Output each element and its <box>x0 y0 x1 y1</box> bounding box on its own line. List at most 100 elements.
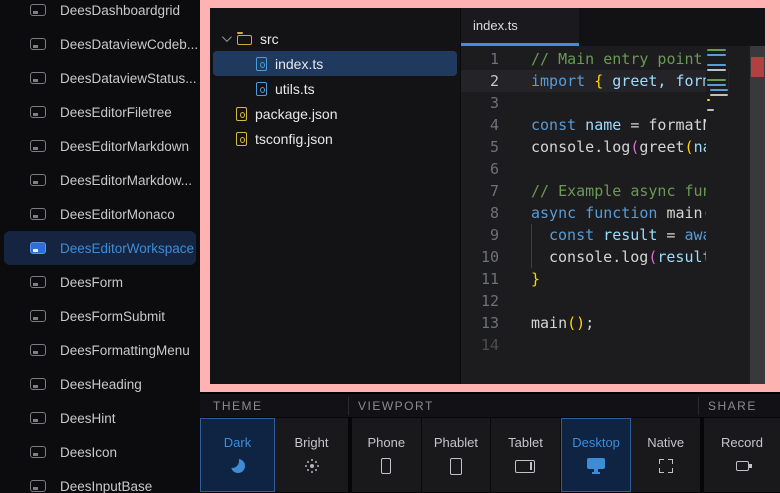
sidebar-item-deeseditormonaco[interactable]: DeesEditorMonaco <box>4 197 196 231</box>
record-icon <box>736 457 749 475</box>
sidebar-item-deeseditorfiletree[interactable]: DeesEditorFiletree <box>4 95 196 129</box>
line-number: 7 <box>461 180 513 202</box>
phone-icon <box>381 457 391 475</box>
native-icon <box>659 459 673 473</box>
minimap-line-mark <box>710 89 728 91</box>
toolbar-group-share: Record <box>700 418 780 492</box>
toolbar-header-theme: THEME <box>213 394 263 418</box>
code-text: // Example async fun <box>513 180 712 202</box>
phablet-icon <box>450 457 462 475</box>
minimap-line-mark <box>710 94 728 96</box>
component-icon <box>30 446 46 458</box>
sidebar-item-label: DeesFormSubmit <box>60 309 165 324</box>
component-icon <box>30 378 46 390</box>
component-icon <box>30 38 46 50</box>
json-file-icon <box>236 132 247 146</box>
scrollbar[interactable] <box>750 46 765 384</box>
record-button[interactable]: Record <box>704 418 780 492</box>
token: // Example async fun <box>531 182 712 200</box>
minimap[interactable] <box>706 48 728 384</box>
code-text <box>513 158 531 180</box>
phablet-button[interactable]: Phablet <box>422 418 492 492</box>
sidebar-item-deesformattingmenu[interactable]: DeesFormattingMenu <box>4 333 196 367</box>
sidebar-item-deesdataviewcodeb[interactable]: DeesDataviewCodeb... <box>4 27 196 61</box>
sidebar-item-label: DeesInputBase <box>60 479 152 493</box>
line-number: 3 <box>461 92 513 114</box>
sidebar-item-deesinputbase[interactable]: DeesInputBase <box>4 469 196 493</box>
code-text: } <box>513 268 540 290</box>
phone-button[interactable]: Phone <box>352 418 422 492</box>
dashboard-toolbar: THEMEVIEWPORTSHARE DarkBrightPhonePhable… <box>200 394 780 493</box>
native-icon <box>659 457 673 475</box>
component-icon <box>30 106 46 118</box>
tablet-button[interactable]: Tablet <box>491 418 561 492</box>
tree-item-index-ts[interactable]: index.ts <box>213 51 457 76</box>
tree-item-tsconfig-json[interactable]: tsconfig.json <box>213 126 457 151</box>
component-icon <box>30 174 46 186</box>
sidebar-item-label: DeesEditorMarkdown <box>60 139 189 154</box>
component-icon <box>30 4 46 16</box>
code-text: main(); <box>513 312 594 334</box>
line-number: 11 <box>461 268 513 290</box>
sidebar-item-deesform[interactable]: DeesForm <box>4 265 196 299</box>
sidebar-item-deeseditormarkdow[interactable]: DeesEditorMarkdow... <box>4 163 196 197</box>
sidebar-item-deesicon[interactable]: DeesIcon <box>4 435 196 469</box>
file-tree-panel: src index.ts utils.ts package.json tsconfig.… <box>210 8 460 384</box>
native-button[interactable]: Native <box>631 418 700 492</box>
toolbar-buttons: Dark Bright Phone Phablet Tablet Desktop Nativ… <box>200 418 780 492</box>
sidebar-item-deeseditormarkdown[interactable]: DeesEditorMarkdown <box>4 129 196 163</box>
tree-item-label: index.ts <box>275 56 323 72</box>
token: async function <box>531 204 657 222</box>
component-icon <box>30 276 46 288</box>
button-label: Phablet <box>434 435 478 450</box>
line-number: 4 <box>461 114 513 136</box>
sidebar-item-deesheading[interactable]: DeesHeading <box>4 367 196 401</box>
dark-button[interactable]: Dark <box>200 418 275 492</box>
button-label: Desktop <box>572 435 620 450</box>
app-root: DeesDashboardgridDeesDataviewCodeb...Dee… <box>0 0 780 493</box>
toolbar-group-theme: Dark Bright <box>200 418 348 492</box>
code-text: // Main entry point <box>513 48 703 70</box>
token <box>585 72 594 90</box>
line-number: 13 <box>461 312 513 334</box>
tree-item-src[interactable]: src <box>213 26 457 51</box>
tablet-icon <box>515 457 535 475</box>
code-text: async function main( <box>513 202 712 224</box>
sidebar-item-deeshint[interactable]: DeesHint <box>4 401 196 435</box>
line-number: 9 <box>461 224 513 246</box>
sidebar-item-deesdataviewstatus[interactable]: DeesDataviewStatus... <box>4 61 196 95</box>
line-number: 2 <box>461 70 513 92</box>
tree-item-utils-ts[interactable]: utils.ts <box>213 76 457 101</box>
sidebar-item-deeseditorworkspace[interactable]: DeesEditorWorkspace <box>4 231 196 265</box>
tree-item-package-json[interactable]: package.json <box>213 101 457 126</box>
token: console.log <box>531 138 630 156</box>
sun-icon <box>304 458 320 474</box>
line-number: 1 <box>461 48 513 70</box>
line-number: 6 <box>461 158 513 180</box>
code-area[interactable]: 1// Main entry point2import { greet, for… <box>461 46 765 384</box>
minimap-line-mark <box>707 49 726 51</box>
component-icon <box>30 480 46 492</box>
tab-index-ts[interactable]: index.ts <box>461 8 579 46</box>
tree-item-label: package.json <box>255 106 338 122</box>
button-label: Bright <box>295 435 329 450</box>
token: greet <box>639 138 684 156</box>
desktop-button[interactable]: Desktop <box>561 418 632 492</box>
editor-tab-bar: index.ts <box>461 8 765 46</box>
minimap-line-mark <box>707 54 726 56</box>
line-number: 12 <box>461 290 513 312</box>
token: result <box>594 226 657 244</box>
sidebar-item-deesdashboardgrid[interactable]: DeesDashboardgrid <box>4 0 196 27</box>
toolbar-separator <box>348 397 349 415</box>
token: = <box>657 226 684 244</box>
moon-icon <box>231 459 245 473</box>
button-label: Record <box>721 435 763 450</box>
sidebar-item-deesformsubmit[interactable]: DeesFormSubmit <box>4 299 196 333</box>
component-icon <box>30 208 46 220</box>
minimap-line-mark <box>707 99 710 101</box>
desktop-icon <box>587 457 605 475</box>
button-label: Phone <box>368 435 406 450</box>
button-label: Dark <box>224 435 251 450</box>
component-icon <box>30 242 46 254</box>
bright-button[interactable]: Bright <box>275 418 348 492</box>
